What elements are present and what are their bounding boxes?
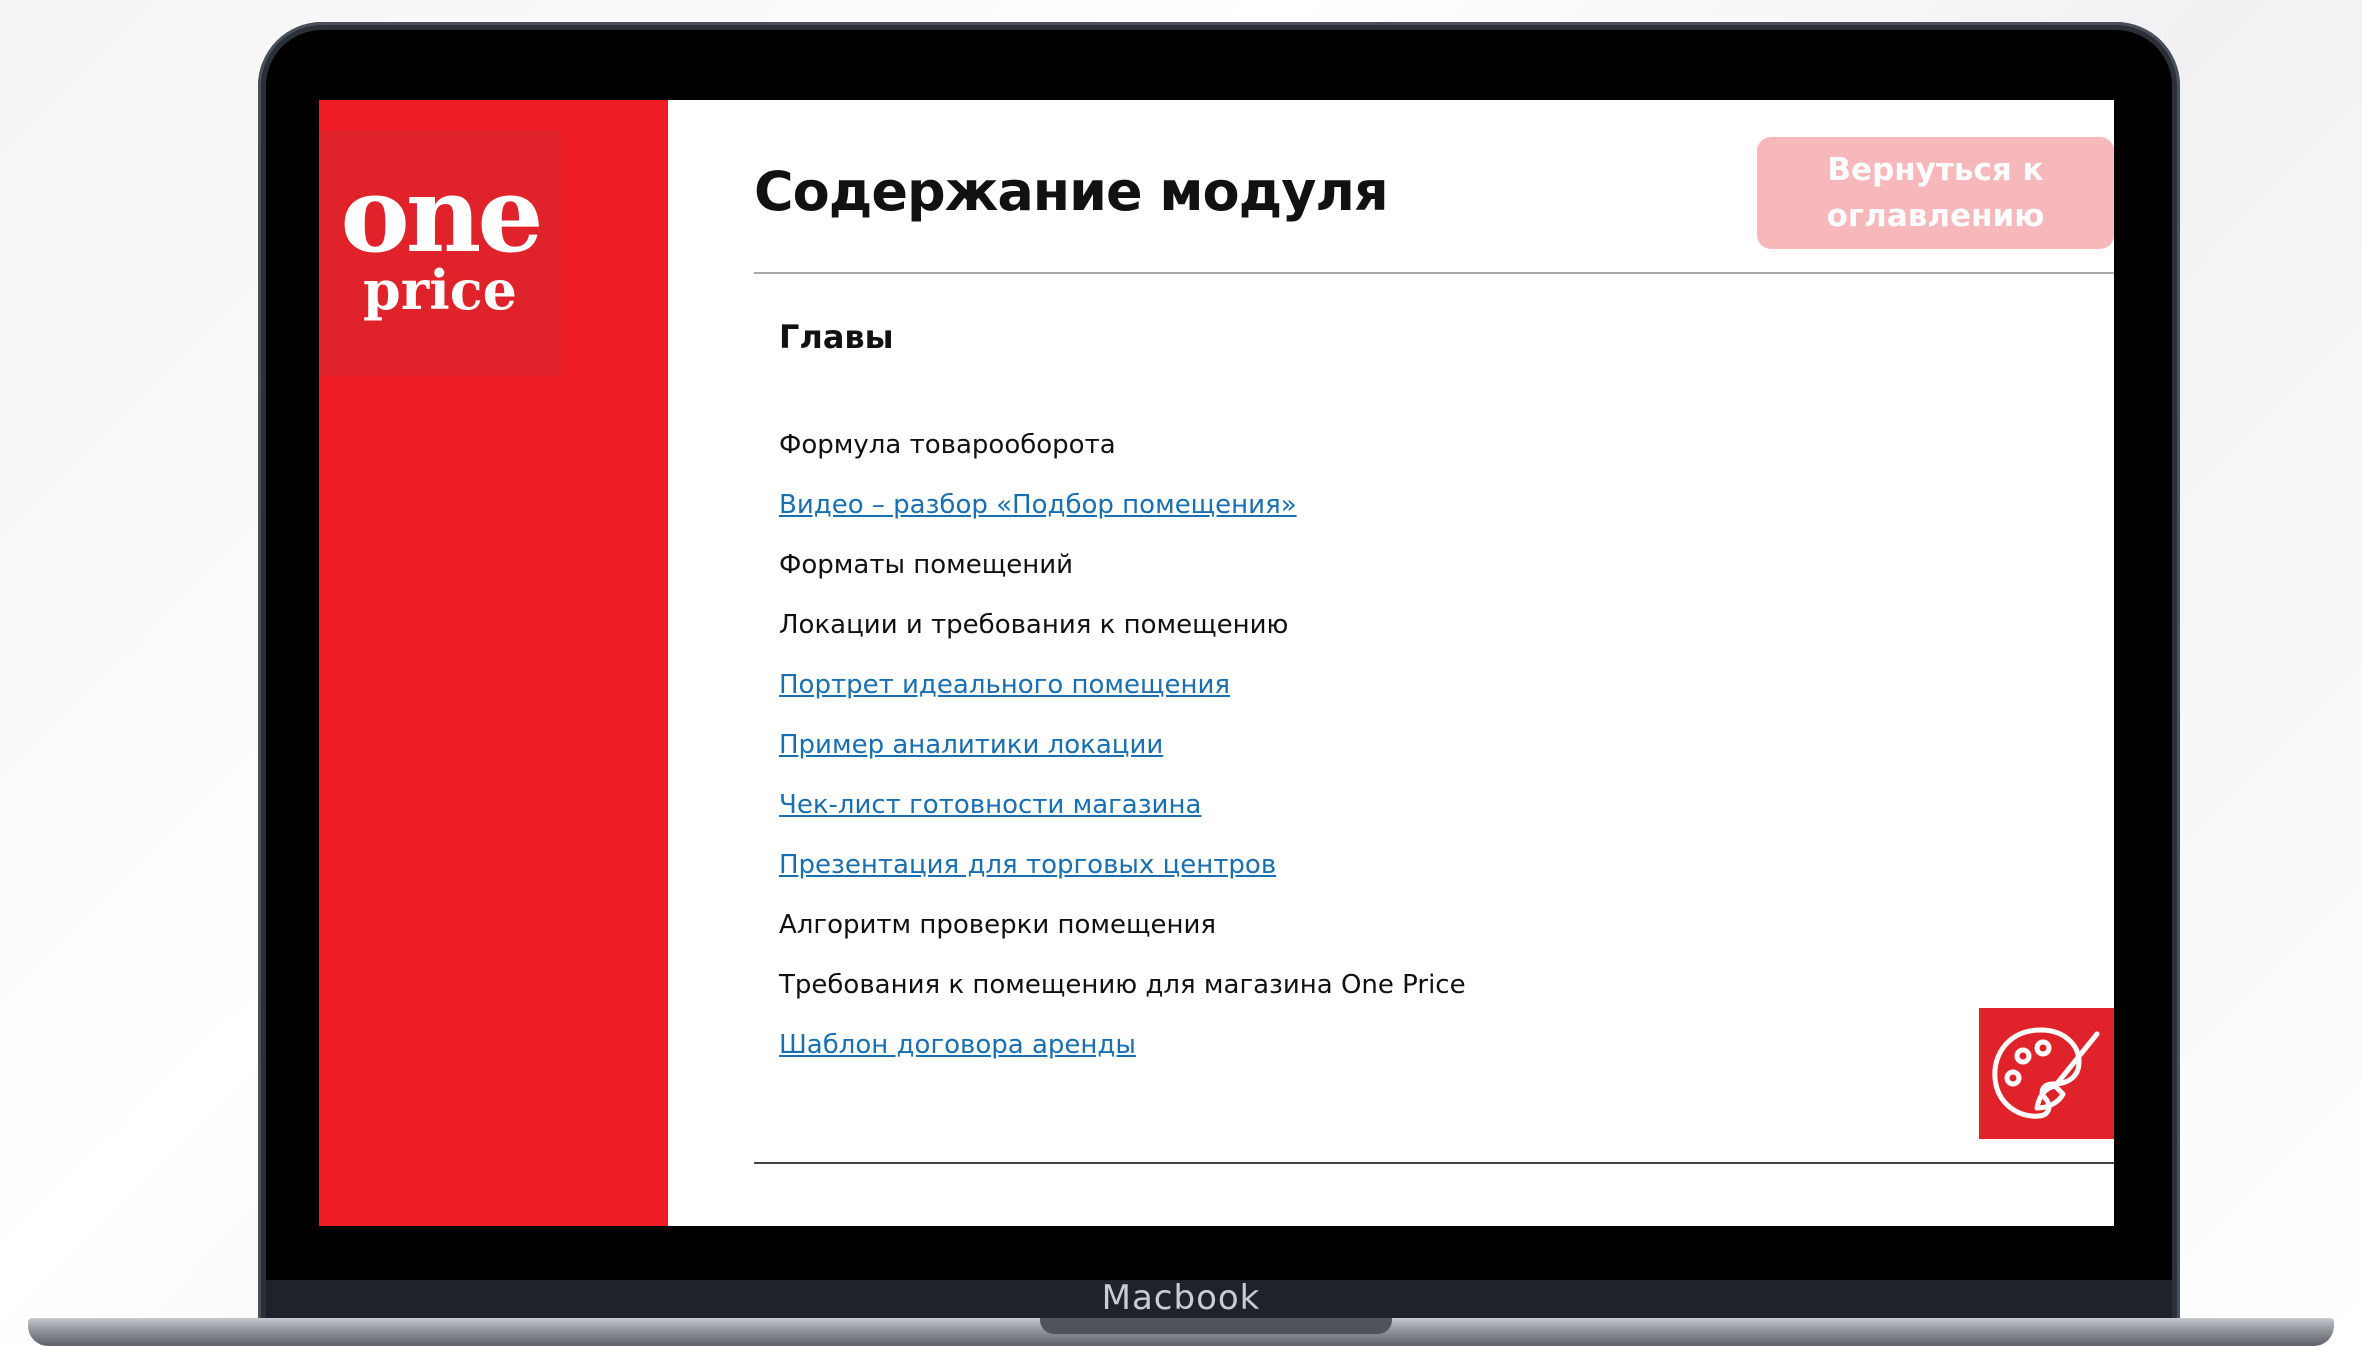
laptop-notch <box>1040 1318 1392 1334</box>
chapter-item: Форматы помещений <box>779 550 1466 610</box>
chapter-item: Формула товарооборота <box>779 430 1466 490</box>
chapter-link[interactable]: Презентация для торговых центров <box>779 850 1276 880</box>
chapter-link[interactable]: Шаблон договора аренды <box>779 1030 1136 1060</box>
chapter-label: Требования к помещению для магазина One … <box>779 970 1466 1000</box>
chapter-item[interactable]: Пример аналитики локации <box>779 730 1466 790</box>
chapter-item[interactable]: Презентация для торговых центров <box>779 850 1466 910</box>
device-brand-label: Macbook <box>1101 1278 1261 1318</box>
chapter-link[interactable]: Портрет идеального помещения <box>779 670 1230 700</box>
logo-price-text: price <box>363 258 517 322</box>
chapter-item: Требования к помещению для магазина One … <box>779 970 1466 1030</box>
screen: one price Содержание модуля Вернуться к … <box>319 100 2114 1226</box>
header-divider <box>754 272 2114 274</box>
chapter-label: Форматы помещений <box>779 550 1074 580</box>
chapter-label: Формула товарооборота <box>779 430 1116 460</box>
logo-one-text: one <box>340 153 543 276</box>
sidebar: one price <box>319 100 668 1226</box>
chapter-item: Алгоритм проверки помещения <box>779 910 1466 970</box>
chapter-link[interactable]: Видео – разбор «Подбор помещения» <box>779 490 1297 520</box>
chapter-link[interactable]: Чек-лист готовности магазина <box>779 790 1201 820</box>
chapter-label: Алгоритм проверки помещения <box>779 910 1217 940</box>
page-title: Содержание модуля <box>754 160 1389 223</box>
palette-button[interactable] <box>1979 1008 2114 1139</box>
chapter-label: Локации и требования к помещению <box>779 610 1289 640</box>
chapter-item[interactable]: Видео – разбор «Подбор помещения» <box>779 490 1466 550</box>
chapters-heading: Главы <box>779 318 894 356</box>
footer-divider <box>754 1162 2114 1164</box>
palette-icon <box>1992 1027 2100 1119</box>
chapter-item[interactable]: Шаблон договора аренды <box>779 1030 1466 1090</box>
chapter-item: Локации и требования к помещению <box>779 610 1466 670</box>
chapter-list: Формула товарооборота Видео – разбор «Под… <box>779 430 1466 1090</box>
chapter-item[interactable]: Портрет идеального помещения <box>779 670 1466 730</box>
back-to-contents-button[interactable]: Вернуться к оглавлению <box>1757 137 2114 249</box>
one-price-logo: one price <box>319 130 561 376</box>
chapter-item[interactable]: Чек-лист готовности магазина <box>779 790 1466 850</box>
chapter-link[interactable]: Пример аналитики локации <box>779 730 1163 760</box>
